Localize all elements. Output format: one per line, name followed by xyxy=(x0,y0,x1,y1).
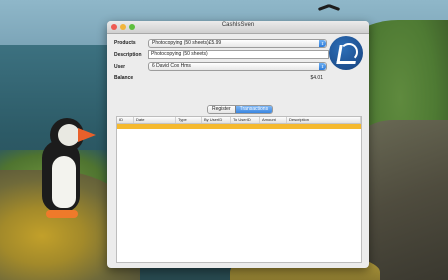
table-cell xyxy=(260,124,287,129)
table-row[interactable] xyxy=(117,124,361,129)
column-header-type[interactable]: Type xyxy=(176,117,202,123)
window-title: CashIsSven xyxy=(221,22,255,28)
user-value: 6 David Cox Hms xyxy=(152,63,191,69)
view-segmented-control: Register Transactions xyxy=(207,105,274,114)
description-label: Description xyxy=(114,52,142,58)
table-cell xyxy=(117,124,134,129)
table-cell xyxy=(176,124,202,129)
products-popup[interactable]: Photocopying (50 sheets)£5.99 ⇕ xyxy=(148,39,327,48)
tab-transactions[interactable]: Transactions xyxy=(234,106,273,113)
column-header-description[interactable]: Description xyxy=(287,117,361,123)
title-bar[interactable]: CashIsSven xyxy=(107,21,369,34)
description-field[interactable]: Photocopying (50 sheets) xyxy=(148,50,329,59)
popup-arrows-icon: ⇕ xyxy=(319,63,326,70)
tab-register[interactable]: Register xyxy=(208,106,235,113)
column-header-amount[interactable]: Amount xyxy=(260,117,287,123)
bird-icon xyxy=(318,4,340,12)
products-value: Photocopying (50 sheets)£5.99 xyxy=(152,40,222,46)
balance-value: $4.01 xyxy=(310,75,323,81)
table-cell xyxy=(202,124,231,129)
user-popup[interactable]: 6 David Cox Hms ⇕ xyxy=(148,62,327,71)
transactions-table[interactable]: ID Date Type By UserID To UserID Amount … xyxy=(116,116,362,263)
table-cell xyxy=(134,124,176,129)
puffin-image xyxy=(32,118,102,228)
user-label: User xyxy=(114,64,126,70)
table-cell xyxy=(287,124,361,129)
column-header-to-userid[interactable]: To UserID xyxy=(231,117,260,123)
column-header-by-userid[interactable]: By UserID xyxy=(202,117,231,123)
table-cell xyxy=(231,124,260,129)
column-header-id[interactable]: ID xyxy=(117,117,134,123)
app-logo-icon xyxy=(329,36,363,70)
table-header: ID Date Type By UserID To UserID Amount … xyxy=(117,117,361,124)
column-header-date[interactable]: Date xyxy=(134,117,176,123)
transaction-form: Products Photocopying (50 sheets)£5.99 ⇕… xyxy=(107,34,369,100)
popup-arrows-icon: ⇕ xyxy=(319,40,326,47)
balance-label: Balance xyxy=(114,75,134,81)
products-label: Products xyxy=(114,40,136,46)
app-window: CashIsSven Products Photocopying (50 she… xyxy=(107,21,369,268)
